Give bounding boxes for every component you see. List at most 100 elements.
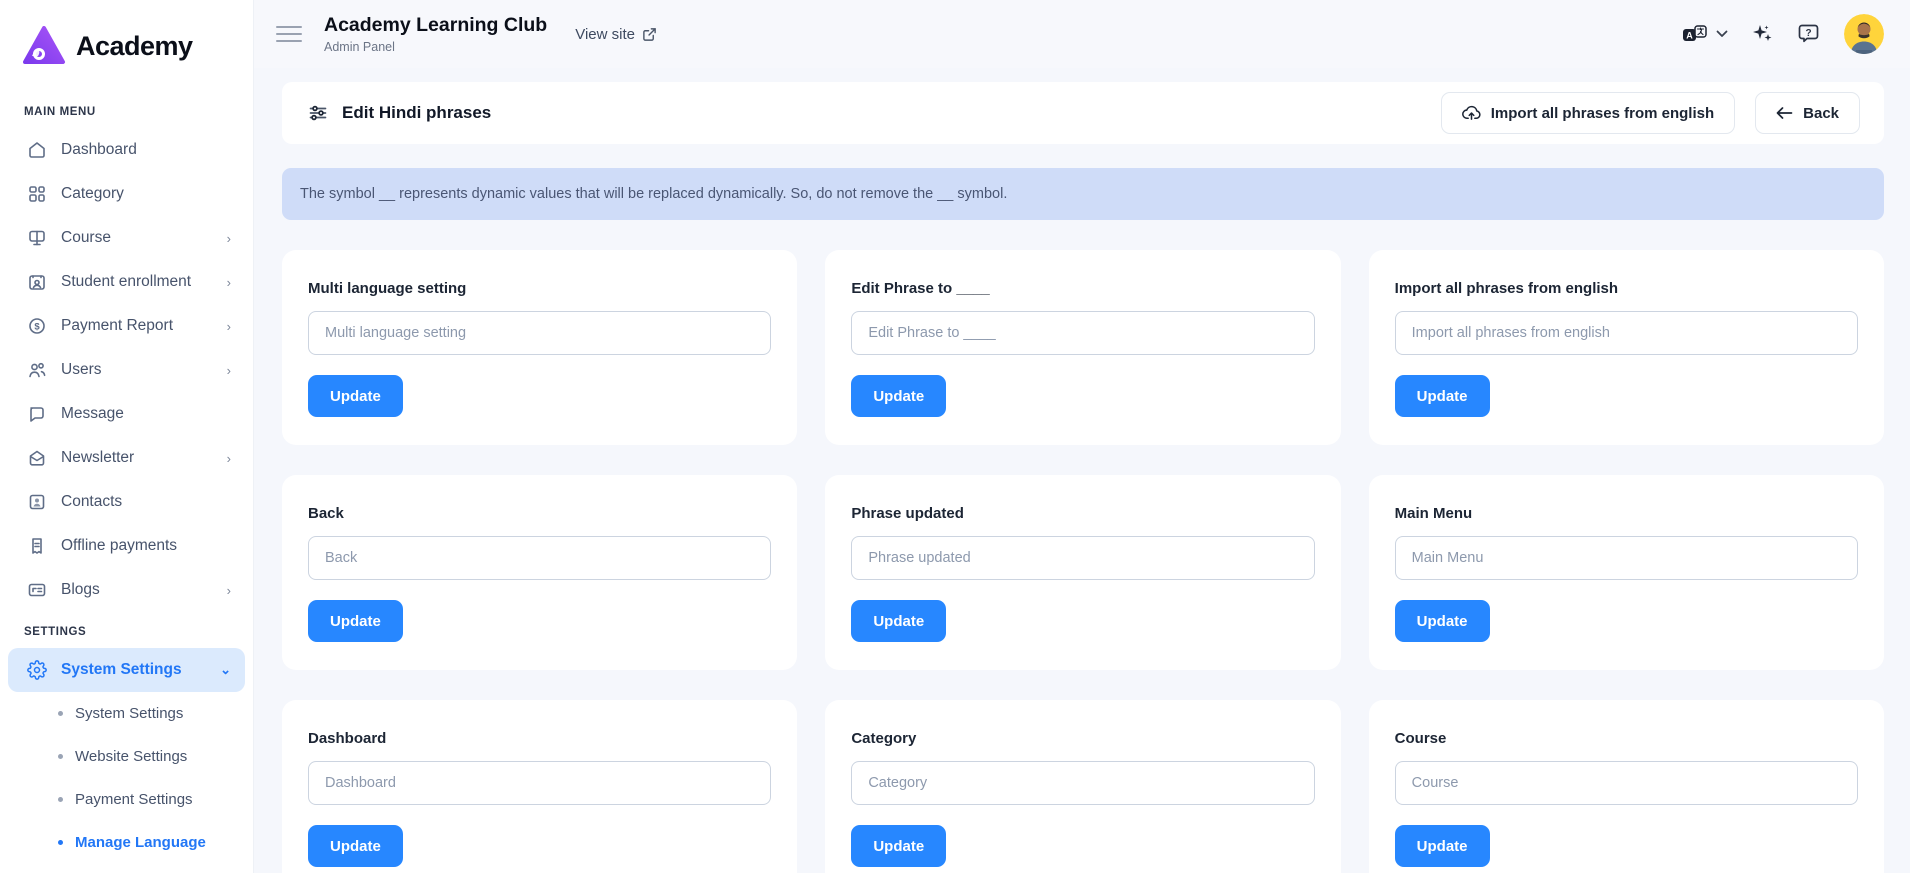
phrase-card-edit-phrase-to: Edit Phrase to ____ Update [825, 250, 1340, 445]
update-button[interactable]: Update [851, 600, 946, 642]
sidebar-item-payment-report[interactable]: $ Payment Report › [0, 304, 253, 348]
sidebar-item-dashboard[interactable]: Dashboard [0, 128, 253, 172]
phrase-card-back: Back Update [282, 475, 797, 670]
bullet-dot [58, 840, 63, 845]
phrase-label: Course [1395, 730, 1858, 747]
sidebar-subitem-label: System Settings [75, 705, 183, 722]
help-chat-icon: ? [1796, 21, 1822, 47]
sparkles-icon [1750, 22, 1774, 46]
sidebar-item-label: Users [61, 361, 213, 379]
dynamic-symbol-notice: The symbol __ represents dynamic values … [282, 168, 1884, 220]
view-site-link[interactable]: View site [575, 26, 657, 43]
chevron-right-icon: › [227, 231, 231, 246]
sidebar-item-offline-payments[interactable]: Offline payments [0, 524, 253, 568]
language-switcher[interactable]: A [1682, 24, 1728, 44]
main-area: Academy Learning Club Admin Panel View s… [254, 0, 1910, 873]
sparkles-button[interactable] [1750, 22, 1774, 46]
gear-icon [26, 660, 47, 681]
brand-name: Academy [76, 31, 193, 62]
home-icon [26, 140, 47, 161]
phrase-input[interactable] [1395, 311, 1858, 355]
sidebar-item-course[interactable]: Course › [0, 216, 253, 260]
bullet-dot [58, 754, 63, 759]
sidebar-item-system-settings[interactable]: System Settings ⌄ [8, 648, 245, 692]
chevron-right-icon: › [227, 275, 231, 290]
site-title: Academy Learning Club [324, 14, 547, 37]
phrase-input[interactable] [851, 311, 1314, 355]
sidebar-item-label: Offline payments [61, 537, 231, 555]
phrase-input[interactable] [1395, 761, 1858, 805]
back-button[interactable]: Back [1755, 92, 1860, 134]
phrase-card-main-menu: Main Menu Update [1369, 475, 1884, 670]
content: Edit Hindi phrases Import all phrases fr… [254, 68, 1910, 873]
course-board-icon [26, 228, 47, 249]
sidebar-item-category[interactable]: Category [0, 172, 253, 216]
phrase-label: Back [308, 505, 771, 522]
app-window: Academy MAIN MENU Dashboard Category Cou… [0, 0, 1910, 873]
site-title-block: Academy Learning Club Admin Panel [324, 14, 547, 54]
external-link-icon [642, 27, 657, 42]
view-site-label: View site [575, 26, 635, 43]
sidebar-item-label: Course [61, 229, 213, 247]
sidebar-item-blogs[interactable]: Blogs › [0, 568, 253, 612]
update-button[interactable]: Update [1395, 825, 1490, 867]
academy-logo-icon [22, 26, 66, 66]
sidebar-item-label: Blogs [61, 581, 213, 599]
sidebar-item-contacts[interactable]: Contacts [0, 480, 253, 524]
sidebar-subitem-manage-language[interactable]: Manage Language [0, 821, 253, 864]
svg-text:?: ? [1805, 28, 1811, 39]
hamburger-menu-icon[interactable] [276, 21, 302, 47]
sidebar-subitem-label: Website Settings [75, 748, 187, 765]
phrase-label: Category [851, 730, 1314, 747]
update-button[interactable]: Update [308, 825, 403, 867]
update-button[interactable]: Update [308, 600, 403, 642]
topbar-actions: A ? [1682, 14, 1884, 54]
cloud-upload-icon [1462, 105, 1481, 121]
sidebar-item-message[interactable]: Message [0, 392, 253, 436]
contact-card-icon [26, 492, 47, 513]
section-settings: SETTINGS [0, 612, 253, 648]
bullet-dot [58, 797, 63, 802]
phrase-input[interactable] [1395, 536, 1858, 580]
sidebar-subitem-system-settings[interactable]: System Settings [0, 692, 253, 735]
sidebar-item-student-enrollment[interactable]: Student enrollment › [0, 260, 253, 304]
phrase-label: Edit Phrase to ____ [851, 280, 1314, 297]
chevron-right-icon: › [227, 451, 231, 466]
phrase-label: Import all phrases from english [1395, 280, 1858, 297]
import-phrases-label: Import all phrases from english [1491, 105, 1714, 122]
sidebar-item-label: Payment Report [61, 317, 213, 335]
update-button[interactable]: Update [851, 825, 946, 867]
sidebar-subitem-website-settings[interactable]: Website Settings [0, 735, 253, 778]
phrase-cards-grid: Multi language setting Update Edit Phras… [282, 250, 1884, 873]
phrase-input[interactable] [308, 761, 771, 805]
update-button[interactable]: Update [308, 375, 403, 417]
student-card-icon [26, 272, 47, 293]
sidebar-subitem-payment-settings[interactable]: Payment Settings [0, 778, 253, 821]
page-header-bar: Edit Hindi phrases Import all phrases fr… [282, 82, 1884, 144]
update-button[interactable]: Update [1395, 375, 1490, 417]
site-subtitle: Admin Panel [324, 40, 547, 54]
import-phrases-button[interactable]: Import all phrases from english [1441, 92, 1735, 134]
translate-icon: A [1682, 24, 1708, 44]
update-button[interactable]: Update [851, 375, 946, 417]
avatar-image [1844, 14, 1884, 54]
phrase-input[interactable] [308, 536, 771, 580]
sidebar-item-label: Student enrollment [61, 273, 213, 291]
sidebar-item-newsletter[interactable]: Newsletter › [0, 436, 253, 480]
user-avatar[interactable] [1844, 14, 1884, 54]
phrase-input[interactable] [851, 536, 1314, 580]
chevron-right-icon: › [227, 319, 231, 334]
topbar: Academy Learning Club Admin Panel View s… [254, 0, 1910, 68]
chevron-down-icon: ⌄ [220, 662, 231, 678]
sidebar: Academy MAIN MENU Dashboard Category Cou… [0, 0, 254, 873]
help-button[interactable]: ? [1796, 21, 1822, 47]
phrase-input[interactable] [308, 311, 771, 355]
phrase-label: Multi language setting [308, 280, 771, 297]
sidebar-item-users[interactable]: Users › [0, 348, 253, 392]
chevron-right-icon: › [227, 363, 231, 378]
update-button[interactable]: Update [1395, 600, 1490, 642]
brand-logo[interactable]: Academy [0, 22, 253, 92]
sidebar-item-label: Category [61, 185, 231, 203]
phrase-card-dashboard: Dashboard Update [282, 700, 797, 873]
phrase-input[interactable] [851, 761, 1314, 805]
